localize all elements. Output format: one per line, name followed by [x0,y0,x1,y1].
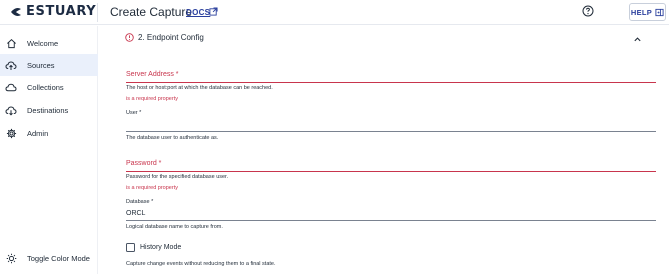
cloud-download-icon [5,104,17,116]
database-helper: Logical database name to capture from. [126,224,223,230]
user-helper: The database user to authenticate as. [126,135,219,141]
password-helper: Password for the specified database user… [126,174,229,180]
sidebar-item-label: Welcome [27,38,59,48]
sidebar-item-label: Admin [27,128,49,138]
toggle-color-mode-button[interactable]: Toggle Color Mode [0,247,98,269]
app-header: ESTUARY Create Capture DOCS HELP [0,0,669,25]
password-input[interactable] [126,171,656,172]
page-title: Create Capture [110,5,193,19]
header-divider [97,3,98,22]
password-error: is a required property [126,185,178,191]
sidebar-item-label: Sources [27,60,55,70]
help-button[interactable]: HELP [629,3,666,21]
panel-open-icon [655,8,664,16]
history-mode-checkbox[interactable] [126,243,135,252]
user-input[interactable] [126,131,656,132]
sidebar-item-destinations[interactable]: Destinations [0,99,98,121]
user-label: User * [126,110,142,116]
history-mode-label: History Mode [140,244,182,251]
sidebar-item-collections[interactable]: Collections [0,76,98,98]
database-label: Database * [126,199,154,205]
gear-icon [5,127,17,139]
external-link-icon[interactable] [209,7,218,16]
logo-text: ESTUARY [26,4,97,19]
help-button-label: HELP [630,7,653,17]
section-title: 2. Endpoint Config [138,33,204,42]
estuary-logo[interactable]: ESTUARY [9,4,96,19]
history-mode-helper: Capture change events without reducing t… [126,261,276,267]
estuary-logo-icon [11,7,21,16]
cloud-icon [5,81,17,93]
sidebar-item-admin[interactable]: Admin [0,122,98,144]
toggle-color-mode-label: Toggle Color Mode [27,253,90,263]
home-icon [5,37,17,49]
endpoint-config-card: 2. Endpoint Config Server Address * The … [111,26,666,274]
sidebar-item-sources[interactable]: Sources [0,54,98,76]
chevron-up-icon[interactable] [633,35,642,44]
server-address-helper: The host or host:port at which the datab… [126,85,273,91]
password-label: Password * [126,160,162,167]
database-input[interactable]: ORCL [126,210,145,217]
server-address-label: Server Address * [126,71,179,78]
docs-link[interactable]: DOCS [186,8,210,17]
sidebar-item-label: Collections [27,82,64,92]
main-content: 2. Endpoint Config Server Address * The … [99,26,669,274]
help-circle-icon[interactable] [582,5,594,17]
database-input-underline [126,220,656,221]
sidebar-item-label: Destinations [27,105,69,115]
cloud-upload-icon [5,59,17,71]
sidebar: Welcome Sources Collections Destinations… [0,26,98,274]
server-address-input[interactable] [126,82,656,83]
error-circle-icon [125,33,134,42]
sidebar-item-welcome[interactable]: Welcome [0,32,98,54]
server-address-error: is a required property [126,96,178,102]
endpoint-config-header[interactable]: 2. Endpoint Config [125,33,204,42]
sun-icon [5,252,17,264]
